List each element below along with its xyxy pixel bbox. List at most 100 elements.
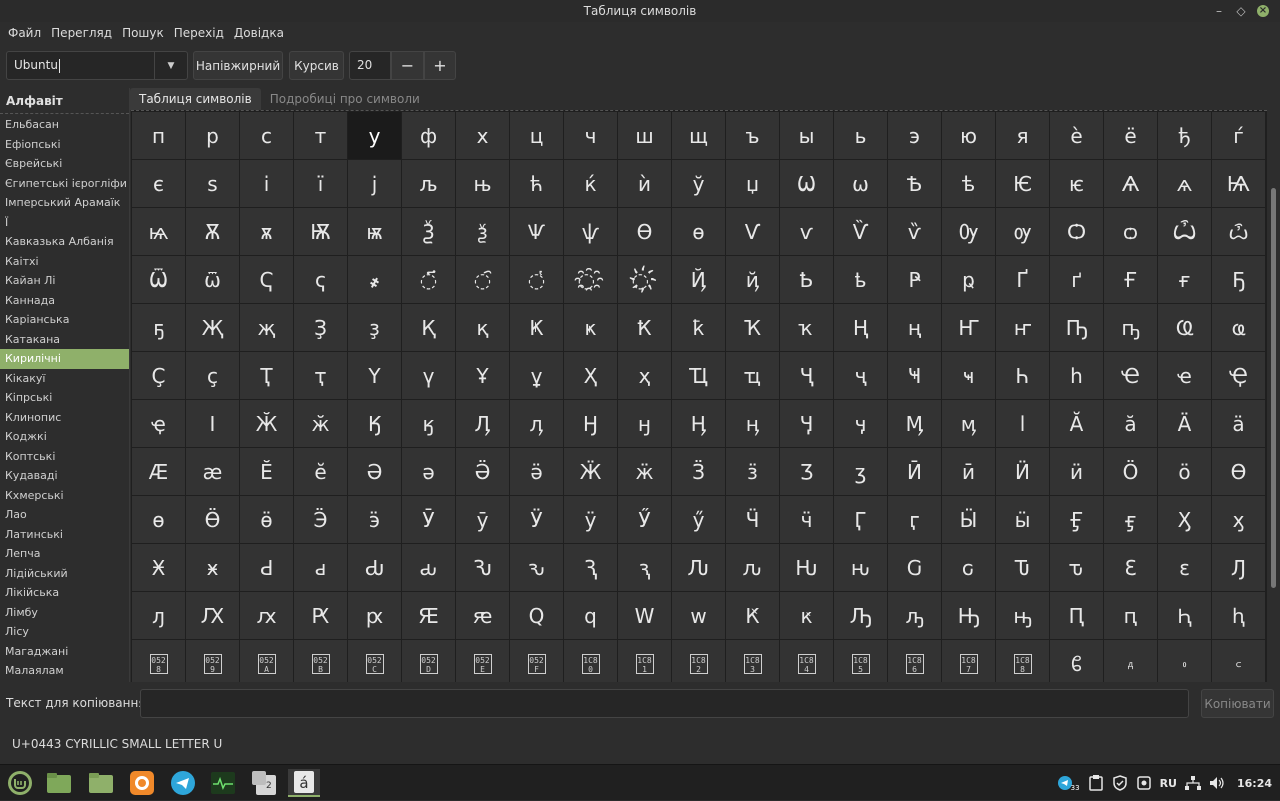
- character-cell[interactable]: Һ: [996, 352, 1049, 399]
- copy-text-input[interactable]: [140, 689, 1189, 718]
- character-cell[interactable]: ԏ: [1050, 544, 1103, 591]
- character-cell[interactable]: Ѥ: [996, 160, 1049, 207]
- character-cell[interactable]: Ӗ: [240, 448, 293, 495]
- character-cell[interactable]: ᲃ: [1212, 640, 1265, 682]
- character-cell[interactable]: 1C8 0: [564, 640, 617, 682]
- character-cell[interactable]: ӱ: [564, 496, 617, 543]
- character-cell[interactable]: ҷ: [834, 352, 887, 399]
- character-cell[interactable]: ◌҃: [402, 256, 455, 303]
- character-cell[interactable]: Ӳ: [618, 496, 671, 543]
- character-cell[interactable]: ѫ: [240, 208, 293, 255]
- character-cell[interactable]: 1C8 6: [888, 640, 941, 682]
- character-cell[interactable]: ы: [780, 112, 833, 159]
- character-cell[interactable]: 052 F: [510, 640, 563, 682]
- font-entry[interactable]: Ubuntu: [7, 52, 155, 79]
- character-cell[interactable]: ӿ: [186, 544, 239, 591]
- character-cell[interactable]: ҳ: [618, 352, 671, 399]
- character-cell[interactable]: у: [348, 112, 401, 159]
- sidebar-item-script[interactable]: Лао: [0, 505, 129, 525]
- character-cell[interactable]: х: [456, 112, 509, 159]
- character-cell[interactable]: ԃ: [402, 544, 455, 591]
- character-cell[interactable]: Ԗ: [294, 592, 347, 639]
- sidebar-item-script[interactable]: Кхмерські: [0, 486, 129, 506]
- character-cell[interactable]: ԑ: [1158, 544, 1211, 591]
- character-cell[interactable]: ҝ: [564, 304, 617, 351]
- character-cell[interactable]: Ҹ: [888, 352, 941, 399]
- sidebar-item-script[interactable]: Лімбу: [0, 603, 129, 623]
- character-cell[interactable]: Җ: [186, 304, 239, 351]
- character-cell[interactable]: ԣ: [996, 592, 1049, 639]
- character-cell[interactable]: Ԅ: [456, 544, 509, 591]
- bold-toggle[interactable]: Напівжирний: [193, 51, 283, 80]
- character-cell[interactable]: ә: [402, 448, 455, 495]
- character-cell[interactable]: Ԓ: [1212, 544, 1265, 591]
- character-cell[interactable]: 052 B: [294, 640, 347, 682]
- character-cell[interactable]: 052 9: [186, 640, 239, 682]
- character-cell[interactable]: ӵ: [780, 496, 833, 543]
- character-cell[interactable]: Ԑ: [1104, 544, 1157, 591]
- character-cell[interactable]: Ѣ: [888, 160, 941, 207]
- character-cell[interactable]: ё: [1104, 112, 1157, 159]
- character-cell[interactable]: ч: [564, 112, 617, 159]
- sidebar-item-script[interactable]: Магаджані: [0, 642, 129, 662]
- files-launcher[interactable]: [43, 769, 75, 797]
- character-cell[interactable]: Ҳ: [564, 352, 617, 399]
- shield-icon[interactable]: [1112, 775, 1128, 791]
- character-cell[interactable]: Ԣ: [942, 592, 995, 639]
- character-cell[interactable]: р: [186, 112, 239, 159]
- character-cell[interactable]: Ԧ: [1158, 592, 1211, 639]
- character-cell[interactable]: ҵ: [726, 352, 779, 399]
- menu-search[interactable]: Пошук: [117, 26, 169, 40]
- character-cell[interactable]: ҹ: [942, 352, 995, 399]
- italic-toggle[interactable]: Курсив: [289, 51, 344, 80]
- character-cell[interactable]: ӏ: [996, 400, 1049, 447]
- character-cell[interactable]: Ԇ: [564, 544, 617, 591]
- character-cell[interactable]: ң: [888, 304, 941, 351]
- character-cell[interactable]: ԇ: [618, 544, 671, 591]
- charmap-taskbar-button[interactable]: á: [288, 769, 320, 797]
- character-cell[interactable]: 052 D: [402, 640, 455, 682]
- character-cell[interactable]: Ӷ: [834, 496, 887, 543]
- size-increase-button[interactable]: +: [424, 51, 456, 80]
- character-cell[interactable]: 1C8 3: [726, 640, 779, 682]
- character-cell[interactable]: Ҝ: [510, 304, 563, 351]
- character-cell[interactable]: ӌ: [834, 400, 887, 447]
- sidebar-item-script[interactable]: Єгипетські ієрогліфи: [0, 174, 129, 194]
- character-cell[interactable]: Ӑ: [1050, 400, 1103, 447]
- firefox-launcher[interactable]: [126, 769, 158, 797]
- system-monitor-launcher[interactable]: [207, 769, 239, 797]
- character-cell[interactable]: ѳ: [672, 208, 725, 255]
- character-cell[interactable]: 052 E: [456, 640, 509, 682]
- clock[interactable]: 16:24: [1237, 777, 1272, 790]
- character-cell[interactable]: Ӫ: [186, 496, 239, 543]
- telegram-launcher[interactable]: [167, 769, 199, 797]
- character-cell[interactable]: Ӧ: [1104, 448, 1157, 495]
- character-cell[interactable]: ҽ: [1158, 352, 1211, 399]
- character-cell[interactable]: Ѵ: [726, 208, 779, 255]
- character-cell[interactable]: Ѩ: [1212, 160, 1265, 207]
- character-cell[interactable]: ш: [618, 112, 671, 159]
- sidebar-item-script[interactable]: Кайан Лі: [0, 271, 129, 291]
- character-cell[interactable]: ғ: [1158, 256, 1211, 303]
- character-cell[interactable]: Ҫ: [132, 352, 185, 399]
- character-cell[interactable]: ӣ: [942, 448, 995, 495]
- character-cell[interactable]: Ӏ: [186, 400, 239, 447]
- sidebar-item-script[interactable]: Ельбасан: [0, 115, 129, 135]
- character-cell[interactable]: я: [996, 112, 1049, 159]
- character-cell[interactable]: Ԙ: [402, 592, 455, 639]
- character-cell[interactable]: ї: [294, 160, 347, 207]
- sidebar-item-script[interactable]: Кікакуї: [0, 369, 129, 389]
- character-cell[interactable]: ᲁ: [1104, 640, 1157, 682]
- sidebar-item-script[interactable]: Коптські: [0, 447, 129, 467]
- character-cell[interactable]: Ҿ: [1212, 352, 1265, 399]
- workspace-switcher[interactable]: 2: [248, 769, 280, 797]
- character-cell[interactable]: Ѧ: [1104, 160, 1157, 207]
- character-cell[interactable]: ђ: [1158, 112, 1211, 159]
- character-cell[interactable]: ъ: [726, 112, 779, 159]
- character-cell[interactable]: ӎ: [942, 400, 995, 447]
- character-cell[interactable]: ◌҅: [510, 256, 563, 303]
- character-cell[interactable]: Ҕ: [1212, 256, 1265, 303]
- character-cell[interactable]: Ԁ: [240, 544, 293, 591]
- character-cell[interactable]: 1C8 1: [618, 640, 671, 682]
- character-cell[interactable]: с: [240, 112, 293, 159]
